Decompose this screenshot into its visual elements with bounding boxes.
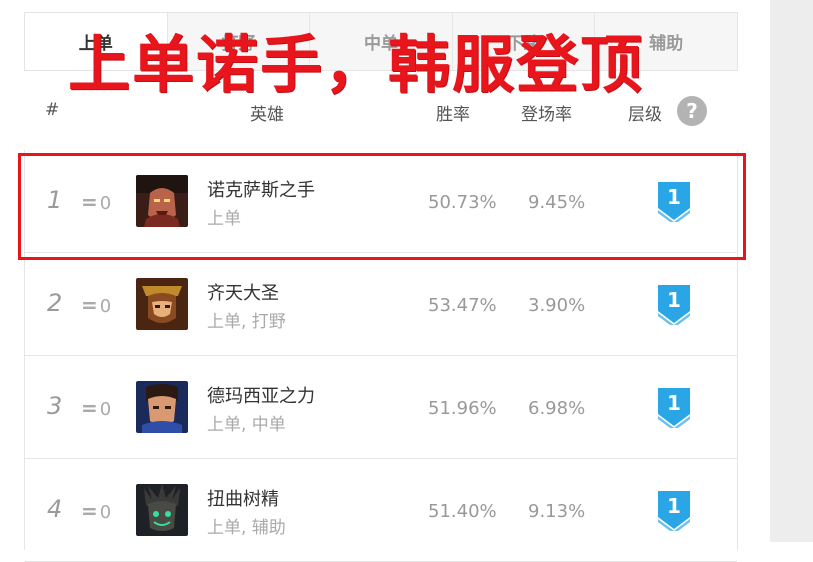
right-panel-strip xyxy=(770,0,813,542)
overlay-headline: 上单诺手，韩服登顶 xyxy=(68,28,645,101)
champion-portrait-icon[interactable] xyxy=(136,381,188,433)
win-rate-value: 51.40% xyxy=(428,501,497,522)
rank-change-value: 0 xyxy=(99,399,112,420)
champion-portrait-icon[interactable] xyxy=(136,278,188,330)
rank-number: 2 xyxy=(47,289,63,317)
highlight-frame xyxy=(18,153,746,260)
champion-roles: 上单, 辅助 xyxy=(207,518,286,538)
win-rate-value: 53.47% xyxy=(428,295,497,316)
tier-badge-icon: 1 xyxy=(656,283,692,328)
win-rate-value: 51.96% xyxy=(428,398,497,419)
rank-change-symbol: = xyxy=(81,499,98,523)
column-header-rank: # xyxy=(45,100,60,120)
pick-rate-value: 3.90% xyxy=(528,295,586,316)
tier-badge-icon: 1 xyxy=(656,489,692,534)
rank-change-value: 0 xyxy=(99,296,112,317)
rank-number: 3 xyxy=(47,392,63,420)
tier-badge-number: 1 xyxy=(667,391,681,415)
rank-change: = 0 xyxy=(81,499,111,523)
rank-change-value: 0 xyxy=(99,502,112,523)
tier-badge-icon: 1 xyxy=(656,386,692,431)
pick-rate-value: 9.13% xyxy=(528,501,586,522)
rank-change: = 0 xyxy=(81,293,111,317)
rank-change: = 0 xyxy=(81,396,111,420)
champion-name[interactable]: 扭曲树精 xyxy=(207,485,279,511)
champion-roles: 上单, 打野 xyxy=(207,312,286,332)
champion-portrait-icon[interactable] xyxy=(136,484,188,536)
table-row[interactable]: 2 = 0 齐天大圣 上单, 打野 53.47% 3.90% 1 xyxy=(25,253,737,356)
table-row[interactable]: 3 = 0 德玛西亚之力 上单, 中单 51.96% 6.98% 1 xyxy=(25,356,737,459)
tier-badge-number: 1 xyxy=(667,288,681,312)
tier-badge-number: 1 xyxy=(667,494,681,518)
rank-number: 4 xyxy=(47,495,63,523)
champion-name[interactable]: 齐天大圣 xyxy=(207,279,279,305)
rank-change-symbol: = xyxy=(81,293,98,317)
table-row[interactable]: 4 = 0 扭曲树精 上单, 辅助 51.40% 9.13% 1 xyxy=(25,459,737,562)
champion-name[interactable]: 德玛西亚之力 xyxy=(207,382,315,408)
rank-change-symbol: = xyxy=(81,396,98,420)
champion-roles: 上单, 中单 xyxy=(207,415,286,435)
pick-rate-value: 6.98% xyxy=(528,398,586,419)
